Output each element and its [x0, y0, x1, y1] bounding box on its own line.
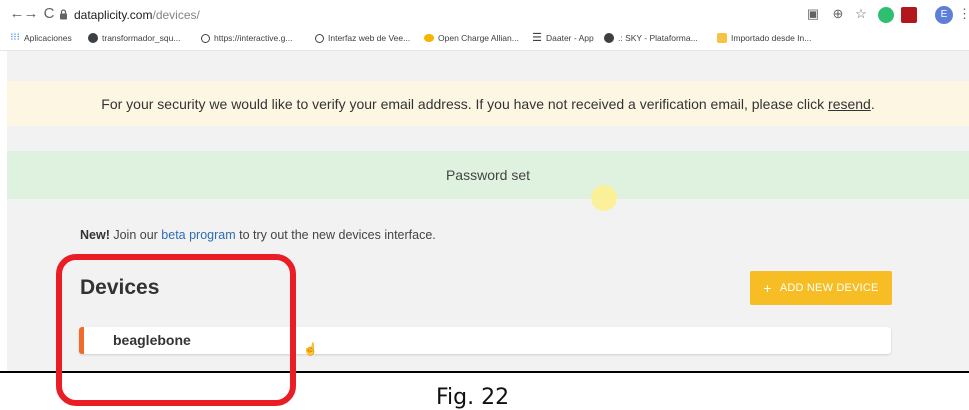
password-set-banner: Password set [7, 151, 969, 199]
bookmarks-bar: ⁝⁝⁝ Aplicaciones transformador_squ... htt… [0, 30, 969, 51]
translate-icon[interactable]: ▣ [804, 6, 822, 22]
bookmark-interfaz[interactable]: Interfaz web de Vee... [315, 33, 410, 43]
grammarly-extension-icon[interactable] [878, 7, 894, 23]
annotation-highlight-box [56, 254, 296, 406]
menu-icon: ☰ [532, 32, 542, 44]
add-new-device-label: ADD NEW DEVICE [779, 282, 879, 294]
new-label: New! [80, 228, 110, 242]
loading-icon [201, 33, 210, 43]
browser-toolbar: ← → C dataplicity.com/devices/ ▣ ⊕ ☆ E ⋮ [0, 0, 969, 30]
bookmark-open-charge[interactable]: Open Charge Allian... [424, 33, 519, 43]
plus-icon: + [763, 280, 772, 296]
bookmark-transformador[interactable]: transformador_squ... [88, 33, 180, 43]
address-bar[interactable]: dataplicity.com/devices/ [74, 8, 200, 22]
lock-icon [60, 9, 67, 20]
verify-email-message: For your security we would like to verif… [101, 96, 874, 112]
bookmark-importado[interactable]: Importado desde In... [717, 33, 811, 43]
forward-arrow-icon[interactable]: → [22, 5, 40, 22]
bookmark-sky[interactable]: .: SKY - Plataforma... [604, 33, 698, 43]
globe-icon [88, 33, 98, 43]
hand-pointer-icon: ☝ [303, 342, 318, 356]
cursor-highlight [591, 185, 617, 211]
verify-text: For your security we would like to verif… [101, 95, 825, 112]
beta-program-link[interactable]: beta program [161, 228, 235, 242]
bookmark-daater[interactable]: ☰ Daater - App [532, 32, 594, 44]
bookmark-label: Interfaz web de Vee... [328, 33, 411, 43]
beta-program-notice: New! Join our beta program to try out th… [80, 228, 436, 242]
bookmark-label: Importado desde In... [731, 33, 812, 43]
add-new-device-button[interactable]: + ADD NEW DEVICE [750, 271, 892, 305]
bookmark-label: Daater - App [546, 33, 594, 43]
url-host: dataplicity.com [74, 8, 153, 22]
verify-period: . [870, 95, 875, 112]
verify-email-banner: For your security we would like to verif… [7, 81, 969, 126]
bookmark-label: https://interactive.g... [214, 33, 293, 43]
url-path: /devices/ [152, 8, 200, 22]
bookmark-label: transformador_squ... [102, 33, 181, 43]
beta-suffix: to try out the new devices interface. [235, 228, 436, 242]
figure-caption: Fig. 22 [436, 385, 510, 410]
profile-avatar[interactable]: E [935, 6, 953, 24]
star-bookmark-icon[interactable]: ☆ [852, 6, 870, 22]
pdf-extension-icon[interactable] [901, 7, 917, 23]
bookmark-interactive[interactable]: https://interactive.g... [201, 33, 292, 43]
charge-icon [424, 34, 434, 42]
bookmark-label: .: SKY - Plataforma... [618, 33, 698, 43]
beta-prefix: Join our [109, 228, 162, 242]
bookmark-apps[interactable]: ⁝⁝⁝ Aplicaciones [10, 32, 72, 44]
folder-icon [717, 33, 727, 43]
loading-icon [315, 33, 324, 43]
globe-icon [604, 33, 614, 43]
menu-kebab-icon[interactable]: ⋮ [958, 6, 969, 22]
apps-grid-icon: ⁝⁝⁝ [10, 32, 20, 43]
bookmark-label: Aplicaciones [24, 33, 72, 43]
reload-icon[interactable]: C [40, 5, 58, 22]
resend-link[interactable]: resend [828, 96, 871, 112]
zoom-icon[interactable]: ⊕ [829, 6, 847, 22]
bookmark-label: Open Charge Allian... [438, 33, 519, 43]
password-set-message: Password set [445, 167, 531, 183]
